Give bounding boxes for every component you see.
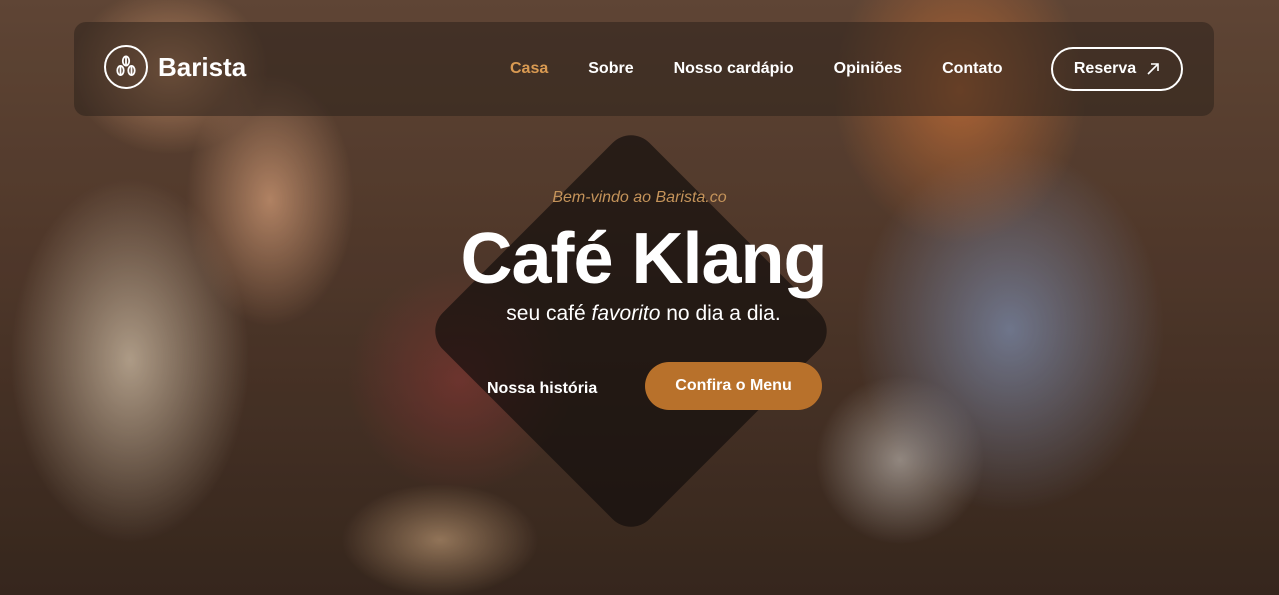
nav-link-opinioes[interactable]: Opiniões	[834, 60, 902, 78]
our-story-link[interactable]: Nossa história	[487, 380, 597, 398]
hero-subtitle: seu café favorito no dia a dia.	[0, 302, 1279, 326]
arrow-up-right-icon	[1147, 63, 1159, 75]
coffee-beans-icon	[104, 45, 148, 89]
reserve-button-label: Reserva	[1073, 60, 1137, 77]
nav-link-cardapio[interactable]: Nosso cardápio	[674, 60, 794, 78]
nav-link-casa[interactable]: Casa	[510, 60, 548, 78]
nav-links: Casa Sobre Nosso cardápio Opiniões Conta…	[510, 60, 1043, 78]
view-menu-label: Confira o Menu	[675, 377, 792, 394]
brand[interactable]: Barista	[104, 45, 246, 89]
subtitle-after: no dia a dia.	[666, 302, 781, 325]
nav-link-sobre[interactable]: Sobre	[588, 60, 633, 78]
subtitle-emphasis: favorito	[591, 302, 661, 325]
nav-link-contato[interactable]: Contato	[942, 60, 1002, 78]
view-menu-button[interactable]: Confira o Menu	[645, 362, 822, 410]
reserve-button[interactable]: Reserva	[1051, 47, 1183, 91]
hero-title: Café Klang	[460, 219, 827, 299]
brand-name: Barista	[158, 51, 247, 82]
navbar: Barista Casa Sobre Nosso cardápio Opiniõ…	[74, 22, 1214, 116]
subtitle-before: seu café	[506, 302, 586, 325]
welcome-text: Bem-vindo ao Barista.co	[552, 189, 727, 206]
